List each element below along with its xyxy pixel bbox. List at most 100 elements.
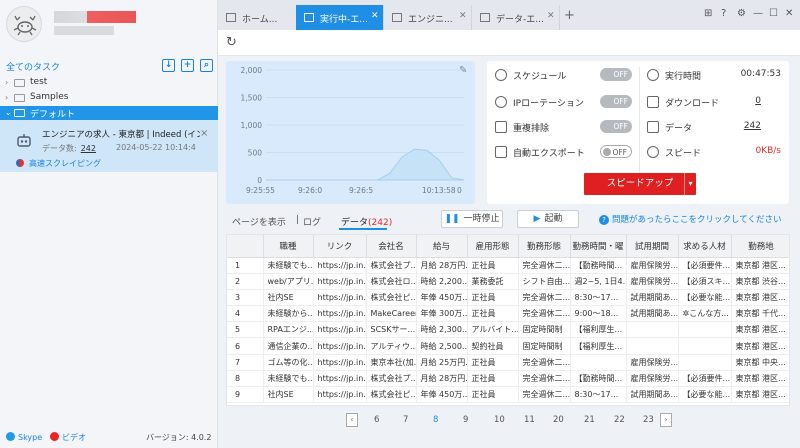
tab-page-view[interactable]: ページを表示 bbox=[232, 215, 286, 228]
table-cell: 東京都 港区... bbox=[731, 257, 789, 274]
question-icon: ? bbox=[599, 215, 609, 225]
table-row[interactable]: 9 社内SE https://jp.in... 株式会社ピ... 年俸 450万... 正… bbox=[227, 386, 789, 404]
pause-button[interactable]: ❚❚ 一時停止 bbox=[441, 210, 503, 228]
page-number[interactable]: 21 bbox=[584, 415, 595, 429]
data-value[interactable]: 242 bbox=[744, 121, 761, 131]
table-row[interactable]: 7ゴム等の化...https://jp.in...東京本社(加...月給 25万… bbox=[227, 354, 789, 371]
edit-icon[interactable]: ✎ bbox=[459, 65, 467, 76]
table-cell: 正社員 bbox=[467, 386, 519, 404]
table-row[interactable]: 8 未経験でも... https://jp.in... 株式会社プ... 月給 28万円… bbox=[227, 370, 789, 388]
table-cell: 正社員 bbox=[467, 354, 519, 371]
column-header[interactable]: 会社名 bbox=[366, 235, 417, 258]
task-item[interactable]: エンジニアの求人 - 東京都 | Indeed (インデ... × データ数: 2… bbox=[0, 120, 218, 172]
page-number[interactable]: 8 bbox=[433, 415, 438, 429]
dedupe-toggle[interactable]: OFF bbox=[600, 120, 632, 133]
folder-default[interactable]: ⌄ デフォルト bbox=[0, 106, 218, 121]
column-header[interactable]: 試用期間 bbox=[626, 235, 679, 258]
new-task-icon[interactable]: + bbox=[181, 59, 194, 72]
close-icon[interactable]: ✕ bbox=[547, 11, 555, 21]
page-number[interactable]: 11 bbox=[524, 415, 535, 429]
auto-export-toggle[interactable]: OFF bbox=[600, 145, 632, 158]
speed-value: 0KB/s bbox=[755, 146, 781, 156]
column-header[interactable]: 勤務形態 bbox=[518, 235, 571, 258]
page-number[interactable]: 7 bbox=[403, 415, 408, 429]
skype-label: Skype bbox=[18, 433, 43, 442]
close-icon[interactable]: × bbox=[200, 128, 208, 139]
tab-data[interactable]: データ-エ... ✕ bbox=[472, 5, 560, 30]
table-cell: https://jp.in... bbox=[313, 273, 367, 290]
close-icon[interactable]: ✕ bbox=[371, 11, 379, 21]
table-row[interactable]: 2web/アプリ...https://jp.in...株式会社ロ...時給 2,… bbox=[227, 273, 789, 290]
table-row[interactable]: 6 通信企業の... https://jp.in... アルティウ... 時給 2,50… bbox=[227, 337, 789, 355]
speedup-button[interactable]: スピードアップ ▾ bbox=[584, 173, 696, 195]
data-count-label: データ数: bbox=[42, 144, 77, 153]
settings-icon[interactable]: ⚙ bbox=[737, 8, 746, 19]
table-cell: 正社員 bbox=[467, 305, 519, 323]
start-button[interactable]: ▶ 起動 bbox=[517, 210, 579, 228]
table-row[interactable]: 5 RPAエンジ... https://jp.in... SCSKサー... 時給 2,… bbox=[227, 321, 789, 339]
next-page-button[interactable]: › bbox=[660, 413, 672, 427]
search-task-icon[interactable]: ⌕ bbox=[200, 59, 213, 72]
table-cell: 雇用保険労... bbox=[626, 257, 679, 274]
table-cell: 東京都 中央... bbox=[731, 354, 789, 371]
task-date: 2024-05-22 10:14:4 bbox=[116, 143, 196, 152]
column-header[interactable]: 職種 bbox=[263, 235, 314, 258]
video-link[interactable]: ビデオ bbox=[50, 432, 86, 443]
table-row[interactable]: 4 未経験から... https://jp.in... MakeCareer 年俸 30… bbox=[227, 305, 789, 323]
page-number[interactable]: 20 bbox=[553, 415, 564, 429]
ip-rotation-toggle[interactable]: OFF bbox=[600, 95, 632, 108]
page-number[interactable]: 10 bbox=[494, 415, 505, 429]
chevron-right-icon: › bbox=[5, 93, 9, 102]
column-header[interactable]: 勤務時間・曜 bbox=[570, 235, 627, 258]
page-number[interactable]: 6 bbox=[374, 415, 379, 429]
help-link[interactable]: ? 問題があったらここをクリックしてください bbox=[599, 213, 782, 225]
table-cell bbox=[678, 321, 732, 339]
help-icon[interactable]: ? bbox=[721, 8, 726, 19]
gift-icon[interactable]: ⊞ bbox=[704, 8, 712, 19]
folder-test[interactable]: › test bbox=[0, 76, 218, 91]
page-number[interactable]: 9 bbox=[463, 415, 468, 429]
close-icon[interactable]: ✕ bbox=[459, 11, 467, 21]
export-icon bbox=[495, 146, 507, 158]
tab-running[interactable]: 実行中-エ... ✕ bbox=[296, 5, 384, 30]
table-row[interactable]: 3 社内SE https://jp.in... 株式会社ピ... 年俸 450万... 正… bbox=[227, 289, 789, 307]
schedule-toggle[interactable]: OFF bbox=[600, 68, 632, 81]
table-row[interactable]: 1 未経験でも... https://jp.in... 株式会社プ... 月給 28万円… bbox=[227, 257, 789, 274]
column-header[interactable] bbox=[227, 235, 264, 258]
table-cell: 雇用保険労... bbox=[626, 370, 679, 388]
skype-link[interactable]: Skype bbox=[6, 432, 42, 442]
tab-divider: | bbox=[296, 215, 300, 225]
data-count-value[interactable]: 242 bbox=[81, 144, 96, 153]
chevron-down-icon[interactable]: ▾ bbox=[684, 173, 696, 195]
tab-data-view[interactable]: データ(242) bbox=[341, 215, 392, 228]
tab-log[interactable]: ログ bbox=[303, 215, 321, 228]
chevron-down-icon: ⌄ bbox=[5, 108, 12, 117]
username-redacted bbox=[54, 11, 136, 23]
table-cell: 完全週休二... bbox=[518, 289, 571, 307]
download-value[interactable]: 0 bbox=[755, 96, 761, 106]
tab-home[interactable]: ホーム... bbox=[218, 5, 306, 30]
table-cell: 東京都 港区... bbox=[731, 321, 789, 339]
maximize-icon[interactable]: ☐ bbox=[769, 8, 778, 19]
minimize-icon[interactable]: — bbox=[753, 8, 763, 19]
x-tick-label: 9:25:55 bbox=[246, 186, 275, 195]
schedule-label: スケジュール bbox=[513, 72, 567, 82]
add-tab-icon[interactable]: + bbox=[564, 8, 575, 23]
folder-samples[interactable]: › Samples bbox=[0, 91, 218, 106]
close-window-icon[interactable]: ✕ bbox=[785, 8, 793, 19]
speed-label: スピード bbox=[665, 149, 702, 159]
import-task-icon[interactable]: ↓ bbox=[162, 59, 175, 72]
refresh-icon[interactable]: ↻ bbox=[226, 35, 237, 50]
page-number[interactable]: 22 bbox=[614, 415, 625, 429]
column-header[interactable]: 求める人材 bbox=[678, 235, 732, 258]
page-number[interactable]: 23 bbox=[643, 415, 654, 429]
column-header[interactable]: リンク bbox=[313, 235, 367, 258]
prev-page-button[interactable]: ‹ bbox=[346, 413, 358, 427]
chart-svg: 2,0001,5001,00050009:25:55 9:26:0 9:26:5 10… bbox=[241, 66, 465, 195]
column-header[interactable]: 勤務地 bbox=[731, 235, 789, 258]
avatar[interactable] bbox=[6, 6, 42, 42]
column-header[interactable]: 給与 bbox=[416, 235, 468, 258]
column-header[interactable]: 雇用形態 bbox=[467, 235, 519, 258]
tab-engineer[interactable]: エンジニ... ✕ bbox=[384, 5, 472, 30]
profile-area bbox=[0, 0, 217, 56]
